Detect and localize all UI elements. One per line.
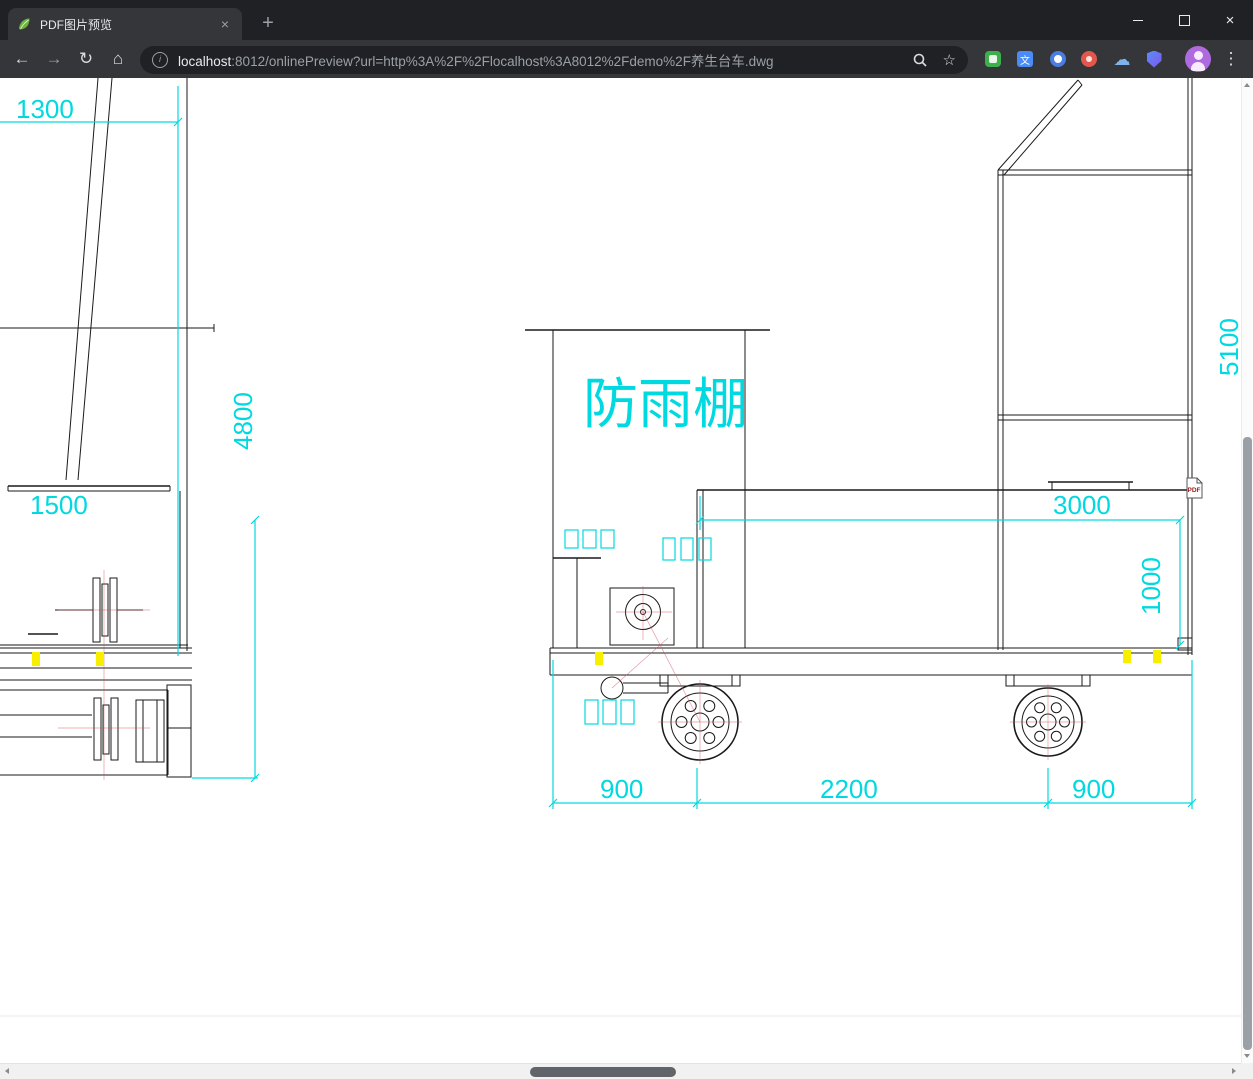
dim-label-2200: 2200 (820, 774, 878, 804)
minimize-icon (1133, 19, 1143, 21)
tab-title: PDF图片预览 (40, 17, 113, 32)
close-icon: × (1225, 11, 1235, 29)
extension-cloud-icon[interactable]: ☁ (1110, 47, 1134, 71)
bookmark-star-icon[interactable]: ☆ (943, 53, 956, 68)
minimize-button[interactable] (1115, 0, 1161, 40)
pdf-badge-text: PDF (1188, 487, 1201, 494)
dim-label-900-right: 900 (1072, 774, 1115, 804)
forward-button[interactable]: → (40, 45, 68, 73)
browser-tab[interactable]: PDF图片预览 × (8, 8, 242, 40)
tab-close-icon[interactable]: × (216, 15, 234, 33)
avatar-body-icon (1191, 62, 1205, 71)
vertical-scrollbar[interactable] (1241, 78, 1253, 1063)
scrollbar-corner (1241, 1063, 1253, 1079)
extension-shield-icon[interactable] (1142, 47, 1166, 71)
scroll-up-arrow-icon[interactable] (1244, 83, 1250, 87)
tab-strip: PDF图片预览 × + × (0, 0, 1253, 40)
green-square-icon (985, 51, 1001, 67)
url-host: localhost (178, 54, 232, 69)
window-controls: × (1115, 0, 1253, 40)
extension-translate-icon[interactable]: 文 (1013, 47, 1037, 71)
home-button[interactable]: ⌂ (104, 45, 132, 73)
highlight-marks (32, 650, 1161, 666)
blue-ring-icon (1050, 51, 1066, 67)
dimension-lines (0, 86, 1197, 809)
zoom-icon[interactable] (911, 51, 929, 69)
dim-label-3000: 3000 (1053, 490, 1111, 520)
extension-green-icon[interactable] (981, 47, 1005, 71)
omnibox-actions: ☆ (911, 51, 956, 69)
cad-drawing: 1300 4800 1500 防雨棚 5100 3000 1000 900 22… (0, 78, 1241, 1017)
cloud-icon: ☁ (1113, 49, 1131, 69)
address-bar[interactable]: i localhost:8012/onlinePreview?url=http%… (140, 46, 968, 74)
scroll-down-arrow-icon[interactable] (1244, 1054, 1250, 1058)
spring-leaf-favicon (19, 18, 30, 30)
dim-label-4800: 4800 (228, 392, 258, 450)
vertical-scroll-thumb[interactable] (1243, 437, 1252, 1050)
left-partial-view (0, 78, 215, 778)
dim-label-1000: 1000 (1136, 557, 1166, 615)
reload-button[interactable]: ↻ (72, 45, 100, 73)
dim-label-1500: 1500 (30, 490, 88, 520)
extension-red-icon[interactable] (1077, 47, 1101, 71)
extension-ring-icon[interactable] (1046, 47, 1070, 71)
url-text[interactable]: localhost:8012/onlinePreview?url=http%3A… (178, 50, 903, 70)
dim-label-900-left: 900 (600, 774, 643, 804)
dim-label-1300: 1300 (16, 94, 74, 124)
horizontal-scrollbar[interactable] (0, 1063, 1241, 1079)
shelter-label: 防雨棚 (583, 373, 748, 435)
close-button[interactable]: × (1207, 0, 1253, 40)
site-info-icon[interactable]: i (152, 52, 168, 68)
profile-avatar[interactable] (1185, 46, 1211, 72)
maximize-button[interactable] (1161, 0, 1207, 40)
back-button[interactable]: ← (8, 45, 36, 73)
maximize-icon (1178, 14, 1190, 26)
new-tab-button[interactable]: + (254, 10, 282, 38)
browser-menu-button[interactable]: ⋮ (1220, 47, 1242, 71)
red-circle-icon (1081, 51, 1097, 67)
preview-page: 1300 4800 1500 防雨棚 5100 3000 1000 900 22… (0, 78, 1241, 1063)
url-path: :8012/onlinePreview?url=http%3A%2F%2Floc… (231, 54, 774, 69)
scroll-left-arrow-icon[interactable] (5, 1068, 9, 1074)
horizontal-scroll-thumb[interactable] (530, 1067, 676, 1077)
translate-icon: 文 (1017, 51, 1033, 67)
dim-label-5100: 5100 (1214, 318, 1241, 376)
pdf-file-icon[interactable]: PDF (1186, 477, 1203, 499)
avatar-head-icon (1193, 51, 1203, 60)
scroll-right-arrow-icon[interactable] (1232, 1068, 1236, 1074)
shield-icon (1146, 50, 1162, 68)
